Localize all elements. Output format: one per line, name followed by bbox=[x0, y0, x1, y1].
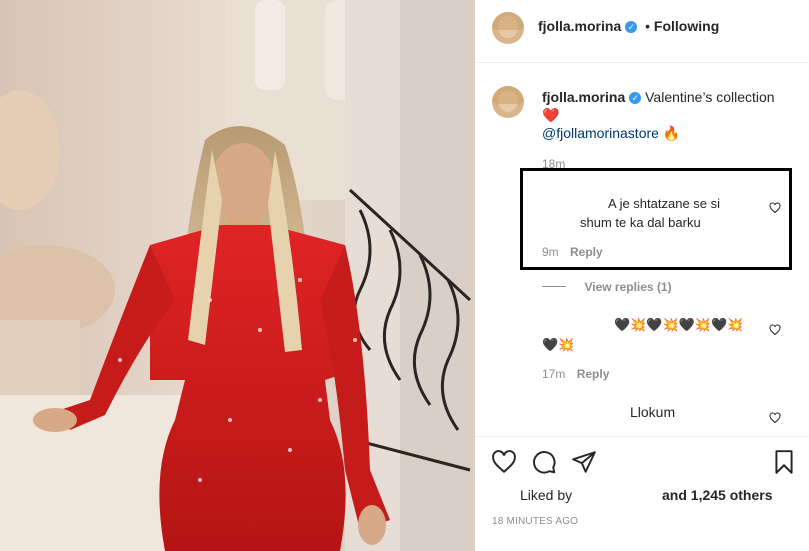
comment-2-like-icon[interactable] bbox=[769, 324, 781, 336]
following-button[interactable]: Following bbox=[654, 18, 719, 34]
replies-line bbox=[542, 286, 566, 288]
comment-1-time[interactable]: 9m bbox=[542, 245, 559, 259]
comment-icon[interactable] bbox=[531, 449, 557, 475]
likes-row: Liked by and 1,245 others bbox=[520, 487, 800, 503]
comment-3-like-icon[interactable] bbox=[769, 412, 781, 424]
header-divider bbox=[475, 62, 809, 63]
post-timestamp[interactable]: 18 MINUTES AGO bbox=[492, 516, 578, 527]
liked-by-label: Liked by bbox=[520, 487, 573, 503]
comment-1-line2: shum te ka dal barku bbox=[580, 215, 701, 230]
heart-emoji: ❤️ bbox=[542, 107, 560, 123]
view-replies-button[interactable]: View replies (1) bbox=[584, 280, 671, 294]
caption-avatar[interactable] bbox=[492, 86, 524, 118]
actions-divider bbox=[475, 436, 809, 437]
verified-badge-icon: ✓ bbox=[629, 92, 642, 105]
caption-mention[interactable]: @fjollamorinastore bbox=[542, 125, 659, 141]
post-side-panel bbox=[475, 0, 809, 551]
caption-username[interactable]: fjolla.morina bbox=[542, 89, 625, 105]
caption: fjolla.morina ✓ Valentine’s collection ❤️… bbox=[542, 88, 792, 142]
comment-1-text: A je shtatzane se si shum te ka dal bark… bbox=[580, 194, 720, 232]
verified-badge-icon: ✓ bbox=[625, 21, 638, 34]
header-separator: • bbox=[645, 18, 651, 34]
comment-2-line1: 🖤💥🖤💥🖤💥🖤💥 bbox=[614, 317, 744, 332]
comment-1-reply[interactable]: Reply bbox=[570, 245, 603, 259]
post-photo[interactable] bbox=[0, 0, 475, 551]
comment-2-line2: 🖤💥 bbox=[542, 337, 575, 352]
view-replies-row[interactable]: View replies (1) bbox=[542, 278, 672, 296]
likes-count[interactable]: and 1,245 others bbox=[662, 487, 773, 503]
comment-1-like-icon[interactable] bbox=[769, 202, 781, 214]
like-heart-icon[interactable] bbox=[491, 449, 517, 475]
caption-text: Valentine’s collection bbox=[645, 89, 775, 105]
header-avatar[interactable] bbox=[492, 12, 524, 44]
comment-2-text: 🖤💥🖤💥🖤💥🖤💥 🖤💥 bbox=[542, 315, 752, 355]
bookmark-icon[interactable] bbox=[771, 449, 797, 475]
post-header: fjolla.morina ✓ • Following bbox=[538, 18, 719, 34]
comment-2-time[interactable]: 17m bbox=[542, 367, 565, 381]
header-username[interactable]: fjolla.morina bbox=[538, 18, 621, 34]
comment-3-text: Llokum bbox=[630, 404, 676, 420]
comment-2-reply[interactable]: Reply bbox=[577, 367, 610, 381]
fire-emoji: 🔥 bbox=[662, 125, 681, 141]
comment-1-line1: A je shtatzane se si bbox=[608, 196, 721, 211]
comment-1-meta: 9m Reply bbox=[542, 245, 603, 259]
post-image bbox=[0, 0, 475, 551]
comment-2-meta: 17m Reply bbox=[542, 367, 609, 381]
paper-plane-icon[interactable] bbox=[571, 449, 597, 475]
